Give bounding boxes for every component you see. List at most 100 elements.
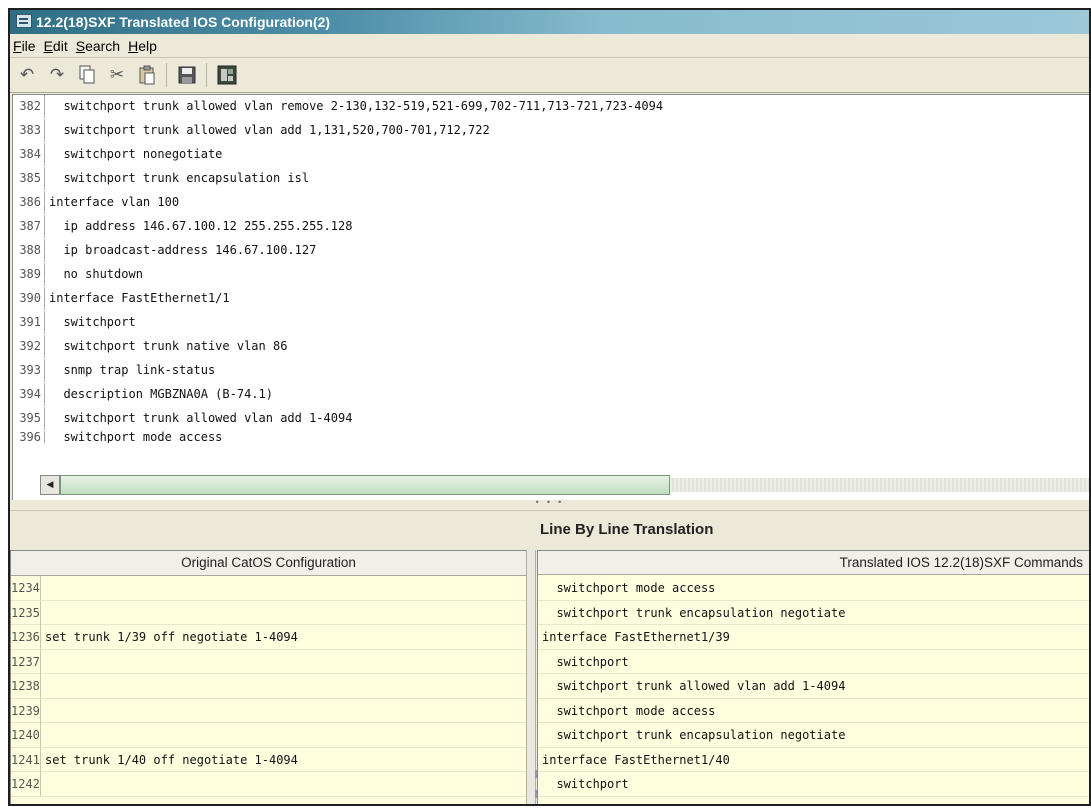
line-text: switchport nonegotiate — [49, 147, 223, 161]
translated-commands-panel[interactable]: Translated IOS 12.2(18)SXF Commands swit… — [537, 550, 1089, 804]
translated-row: switchport mode access — [538, 699, 1089, 723]
panel-divider[interactable] — [526, 550, 536, 804]
row-number: 1239 — [11, 698, 41, 723]
line-text: switchport mode access — [49, 431, 223, 443]
original-row: 1238 — [11, 674, 526, 699]
original-row: 1237 — [11, 649, 526, 674]
row-number: 1241 — [11, 747, 41, 772]
line-text: interface vlan 100 — [49, 195, 180, 209]
editor-line: 391 switchport — [13, 311, 136, 334]
menu-bar: File Edit Search Help — [10, 35, 1089, 58]
line-text: switchport — [49, 315, 136, 329]
redo-icon[interactable]: ↷ — [44, 63, 70, 87]
editor-line: 382 switchport trunk allowed vlan remove… — [13, 95, 663, 118]
config-editor[interactable]: 382 switchport trunk allowed vlan remove… — [12, 94, 1089, 501]
line-text: switchport trunk allowed vlan add 1,131,… — [49, 123, 490, 137]
editor-line: 384 switchport nonegotiate — [13, 143, 222, 166]
window-icon — [16, 14, 32, 28]
line-text: snmp trap link-status — [49, 363, 216, 377]
horizontal-scrollbar-track[interactable] — [670, 478, 1089, 492]
translated-row: switchport trunk allowed vlan add 1-4094 — [538, 674, 1089, 699]
line-number: 382 — [13, 95, 45, 118]
line-number: 396 — [13, 431, 45, 443]
line-text: switchport trunk allowed vlan add 1-4094 — [49, 411, 353, 425]
line-text: ip address 146.67.100.12 255.255.255.128 — [49, 219, 353, 233]
original-row: 1240 — [11, 723, 526, 748]
line-text: switchport trunk encapsulation isl — [49, 171, 310, 185]
editor-line: 387 ip address 146.67.100.12 255.255.255… — [13, 215, 352, 238]
line-number: 395 — [13, 407, 45, 430]
row-number: 1238 — [11, 674, 41, 698]
original-row: 1234 — [11, 576, 526, 601]
line-number: 388 — [13, 239, 45, 262]
editor-line: 395 switchport trunk allowed vlan add 1-… — [13, 407, 352, 430]
menu-file[interactable]: File — [10, 35, 41, 57]
editor-line: 394 description MGBZNA0A (B-74.1) — [13, 383, 273, 406]
translated-commands-header[interactable]: Translated IOS 12.2(18)SXF Commands — [538, 551, 1089, 575]
editor-line: 385 switchport trunk encapsulation isl — [13, 167, 309, 190]
line-text: ip broadcast-address 146.67.100.127 — [49, 243, 317, 257]
row-number: 1240 — [11, 723, 41, 747]
line-text: switchport trunk allowed vlan remove 2-1… — [49, 99, 664, 113]
original-row: 1239 — [11, 698, 526, 723]
row-text: set trunk 1/39 off negotiate 1-4094 — [45, 630, 298, 644]
editor-line: 390 interface FastEthernet1/1 — [13, 287, 230, 310]
original-config-header[interactable]: Original CatOS Configuration — [11, 551, 526, 576]
menu-help[interactable]: Help — [125, 35, 162, 57]
line-number: 391 — [13, 311, 45, 334]
title-bar[interactable]: 12.2(18)SXF Translated IOS Configuration… — [10, 10, 1089, 34]
menu-search[interactable]: Search — [73, 35, 125, 57]
row-number: 1237 — [11, 649, 41, 674]
editor-line: 388 ip broadcast-address 146.67.100.127 — [13, 239, 316, 262]
editor-line: 392 switchport trunk native vlan 86 — [13, 335, 287, 358]
original-row: 1241 set trunk 1/40 off negotiate 1-4094 — [11, 747, 526, 772]
app-window: 12.2(18)SXF Translated IOS Configuration… — [8, 8, 1091, 806]
line-number: 385 — [13, 167, 45, 190]
row-number: 1234 — [11, 576, 41, 600]
original-config-panel[interactable]: Original CatOS Configuration 1234 1235 1… — [10, 550, 527, 804]
window-title: 12.2(18)SXF Translated IOS Configuration… — [36, 14, 331, 30]
translated-row: switchport trunk encapsulation negotiate — [538, 601, 1089, 625]
line-text: switchport trunk native vlan 86 — [49, 339, 288, 353]
toolbar-separator — [206, 63, 207, 87]
row-number: 1236 — [11, 625, 41, 649]
editor-line: 396 switchport mode access — [13, 431, 222, 443]
translated-row: switchport — [538, 772, 1089, 797]
line-number: 386 — [13, 191, 45, 214]
line-number: 390 — [13, 287, 45, 310]
pane-splitter[interactable]: • • • — [10, 499, 1089, 508]
translation-header: Line By Line Translation — [10, 510, 1089, 549]
editor-line: 389 no shutdown — [13, 263, 143, 286]
translated-row: switchport trunk encapsulation negotiate — [538, 723, 1089, 748]
cut-icon[interactable]: ✂ — [104, 63, 130, 87]
row-number: 1242 — [11, 772, 41, 796]
menu-edit[interactable]: Edit — [41, 35, 73, 57]
toolbar: ↶ ↷ ✂ — [10, 58, 1089, 93]
line-number: 389 — [13, 263, 45, 286]
undo-icon[interactable]: ↶ — [14, 63, 40, 87]
save-icon[interactable] — [174, 63, 200, 87]
export-icon[interactable] — [214, 63, 240, 87]
line-number: 383 — [13, 119, 45, 142]
line-text: interface FastEthernet1/1 — [49, 291, 230, 305]
line-number: 387 — [13, 215, 45, 238]
original-row: 1235 — [11, 600, 526, 625]
copy-icon[interactable] — [74, 63, 100, 87]
editor-line: 386 interface vlan 100 — [13, 191, 179, 214]
translated-row: interface FastEthernet1/39 — [538, 625, 1089, 650]
row-number: 1235 — [11, 600, 41, 625]
editor-line: 393 snmp trap link-status — [13, 359, 215, 382]
translated-row: switchport mode access — [538, 576, 1089, 601]
line-number: 392 — [13, 335, 45, 358]
horizontal-scrollbar-thumb[interactable] — [60, 475, 670, 495]
line-number: 384 — [13, 143, 45, 166]
scroll-left-button[interactable]: ◀ — [40, 475, 60, 495]
row-text: set trunk 1/40 off negotiate 1-4094 — [45, 752, 298, 767]
translated-row: switchport — [538, 650, 1089, 674]
original-row: 1242 — [11, 772, 526, 797]
translation-title: Line By Line Translation — [540, 521, 714, 538]
original-row: 1236 set trunk 1/39 off negotiate 1-4094 — [11, 625, 526, 650]
paste-icon[interactable] — [134, 63, 160, 87]
translated-row: interface FastEthernet1/40 — [538, 748, 1089, 772]
line-number: 394 — [13, 383, 45, 406]
